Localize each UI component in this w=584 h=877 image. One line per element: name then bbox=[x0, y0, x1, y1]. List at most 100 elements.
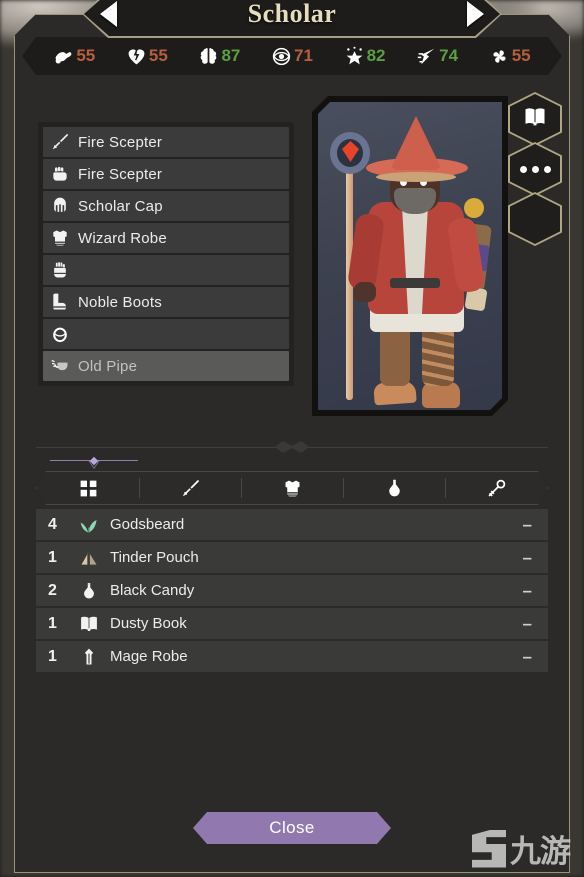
strength-icon bbox=[53, 46, 74, 67]
side-button-empty-slot[interactable] bbox=[508, 192, 562, 246]
book-icon bbox=[74, 614, 104, 634]
glove-icon bbox=[49, 259, 71, 281]
next-character-button[interactable] bbox=[467, 1, 484, 27]
all-items-icon bbox=[78, 478, 99, 499]
helmet-icon bbox=[49, 195, 71, 217]
stat-value: 74 bbox=[439, 46, 459, 65]
item-name: Dusty Book bbox=[110, 615, 187, 632]
luck-icon bbox=[489, 46, 510, 67]
stat-magic: 82 bbox=[344, 46, 386, 67]
item-action-button[interactable]: – bbox=[523, 515, 536, 535]
stat-value: 71 bbox=[294, 46, 313, 65]
item-quantity: 1 bbox=[48, 548, 57, 566]
item-quantity: 2 bbox=[48, 581, 57, 599]
tab-weapons[interactable] bbox=[139, 472, 241, 504]
item-name: Mage Robe bbox=[110, 648, 188, 665]
equipment-slot-ring[interactable] bbox=[43, 319, 289, 349]
watermark-logo-icon bbox=[472, 829, 506, 868]
item-action-button[interactable]: – bbox=[523, 548, 536, 568]
inventory-list: 4 Godsbeard – 1 Tinder Pouch – 2 Black Candy – 1 D… bbox=[36, 509, 548, 674]
close-button-label: Close bbox=[269, 818, 315, 837]
item-quantity: 4 bbox=[48, 515, 57, 533]
robe-icon bbox=[74, 647, 104, 667]
stat-bar: 55 55 87 71 82 74 55 bbox=[22, 37, 562, 75]
char-sash bbox=[390, 278, 440, 288]
inventory-row[interactable]: 1 Mage Robe – bbox=[36, 641, 548, 672]
equipment-slot-armor[interactable]: Wizard Robe bbox=[43, 223, 289, 253]
magic-icon bbox=[344, 46, 365, 67]
divider-ornament-icon bbox=[275, 441, 309, 453]
stat-strength: 55 bbox=[53, 46, 95, 67]
inventory-tab-bar bbox=[36, 471, 548, 505]
item-action-button[interactable]: – bbox=[523, 614, 536, 634]
stat-intellect: 87 bbox=[198, 46, 240, 67]
character-portrait bbox=[312, 96, 508, 416]
inventory-tabs-wrap bbox=[36, 456, 548, 505]
tab-armor[interactable] bbox=[241, 472, 343, 504]
pouch-icon bbox=[74, 548, 104, 568]
stat-value: 55 bbox=[511, 46, 531, 65]
prev-character-button[interactable] bbox=[100, 1, 117, 27]
portrait-image bbox=[318, 102, 502, 410]
side-button-more-options[interactable] bbox=[508, 142, 562, 196]
equipment-slot-label: Scholar Cap bbox=[78, 197, 163, 215]
equipment-slot-fist[interactable]: Fire Scepter bbox=[43, 159, 289, 189]
item-action-button[interactable]: – bbox=[523, 647, 536, 667]
equipment-slot-label: Fire Scepter bbox=[78, 133, 163, 151]
equipment-slot-sword[interactable]: Fire Scepter bbox=[43, 127, 289, 157]
char-hat-cone bbox=[390, 116, 442, 170]
vitality-icon bbox=[126, 46, 147, 67]
stat-luck: 55 bbox=[489, 46, 531, 67]
side-button-journal[interactable] bbox=[508, 92, 562, 146]
char-leg-left bbox=[380, 324, 410, 386]
char-hand bbox=[354, 282, 376, 302]
stat-agility: 74 bbox=[416, 46, 458, 67]
stat-value: 82 bbox=[366, 46, 386, 65]
tab-misc[interactable] bbox=[445, 472, 547, 504]
char-backpack-knob bbox=[464, 198, 484, 218]
herb-icon bbox=[74, 515, 104, 535]
inventory-row[interactable]: 4 Godsbeard – bbox=[36, 509, 548, 540]
tab-potions[interactable] bbox=[343, 472, 445, 504]
close-button[interactable]: Close bbox=[193, 812, 391, 844]
potion-icon bbox=[384, 478, 405, 499]
equipment-slot-label: Noble Boots bbox=[78, 293, 162, 311]
item-quantity: 1 bbox=[48, 647, 57, 665]
sword-icon bbox=[180, 478, 201, 499]
equipment-slot-label: Wizard Robe bbox=[78, 229, 167, 247]
equipment-slot-pipe[interactable]: Old Pipe bbox=[43, 351, 289, 381]
boot-icon bbox=[49, 291, 71, 313]
equipment-slot-label: Old Pipe bbox=[78, 357, 138, 375]
item-action-button[interactable]: – bbox=[523, 581, 536, 601]
watermark: 九游 bbox=[472, 826, 571, 871]
tab-all[interactable] bbox=[37, 472, 139, 504]
inventory-row[interactable]: 1 Tinder Pouch – bbox=[36, 542, 548, 573]
flask-icon bbox=[74, 581, 104, 601]
stat-value: 55 bbox=[76, 46, 96, 65]
banner-content: Scholar bbox=[84, 0, 500, 36]
equipment-slot-glove[interactable] bbox=[43, 255, 289, 285]
intellect-icon bbox=[198, 46, 219, 67]
item-name: Tinder Pouch bbox=[110, 549, 199, 566]
watermark-text: 九游 bbox=[510, 834, 571, 870]
armor-icon bbox=[282, 478, 303, 499]
agility-icon bbox=[416, 46, 437, 67]
item-name: Godsbeard bbox=[110, 516, 185, 533]
equipment-slot-boot[interactable]: Noble Boots bbox=[43, 287, 289, 317]
title-banner: Scholar bbox=[82, 0, 502, 38]
equipment-slot-helmet[interactable]: Scholar Cap bbox=[43, 191, 289, 221]
inventory-row[interactable]: 1 Dusty Book – bbox=[36, 608, 548, 639]
stat-value: 55 bbox=[148, 46, 168, 65]
book-icon bbox=[523, 105, 547, 134]
armor-icon bbox=[49, 227, 71, 249]
dots-icon bbox=[519, 165, 551, 173]
stat-perception: 71 bbox=[271, 46, 313, 67]
section-divider bbox=[36, 441, 548, 453]
equipment-list: Fire Scepter Fire Scepter Scholar Cap Wizar… bbox=[38, 122, 294, 386]
equipment-slot-label: Fire Scepter bbox=[78, 165, 163, 183]
inventory-row[interactable]: 2 Black Candy – bbox=[36, 575, 548, 606]
side-button-column bbox=[508, 92, 566, 246]
stat-vitality: 55 bbox=[126, 46, 168, 67]
page-title: Scholar bbox=[247, 0, 337, 28]
pipe-icon bbox=[49, 355, 71, 377]
